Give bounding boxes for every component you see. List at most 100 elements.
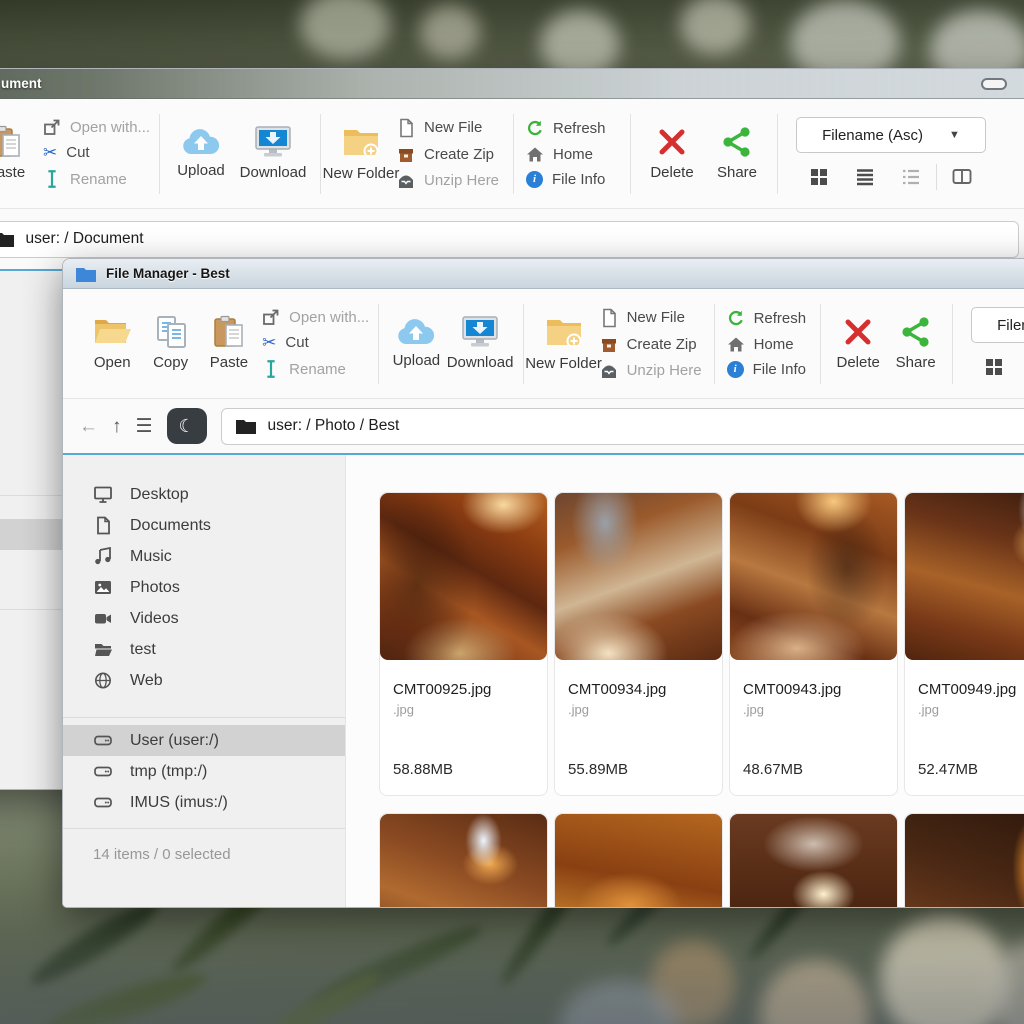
share-icon (720, 125, 754, 159)
new-folder-button[interactable]: New Folder (532, 314, 596, 372)
open-with-button[interactable]: Open with... (43, 118, 147, 136)
delete-button[interactable]: Delete (829, 315, 887, 371)
new-folder-button[interactable]: New Folder (329, 124, 393, 182)
rename-button[interactable]: Rename (262, 359, 366, 379)
file-extension: .jpg (905, 700, 1024, 717)
sort-dropdown[interactable]: Filename (Asc) ▼ (971, 307, 1024, 343)
sidebar-item-desktop[interactable]: Desktop (63, 479, 345, 510)
file-info-button[interactable]: i File Info (727, 361, 808, 378)
paste-button[interactable]: Paste (200, 315, 258, 371)
open-with-icon (262, 308, 280, 326)
file-thumbnail (380, 493, 547, 660)
upload-button[interactable]: Upload (387, 317, 445, 369)
cut-button[interactable]: ✂ Cut (43, 144, 147, 161)
file-card[interactable] (554, 813, 723, 907)
back-arrow-icon[interactable]: ← (79, 417, 98, 436)
sidebar-item-web[interactable]: Web (63, 665, 345, 696)
delete-x-icon (655, 125, 689, 159)
detail-view-button[interactable] (888, 167, 934, 187)
sidebar-item-test[interactable]: test (63, 634, 345, 665)
refresh-button[interactable]: Refresh (526, 120, 618, 138)
dark-mode-toggle[interactable]: ☾ (167, 408, 207, 444)
globe-icon (93, 671, 113, 690)
sidebar-item-documents[interactable]: Documents (63, 510, 345, 541)
minimize-button[interactable] (981, 78, 1007, 90)
sidebar-item-music[interactable]: Music (63, 541, 345, 572)
refresh-icon (727, 310, 745, 328)
caret-down-icon: ▼ (949, 129, 960, 141)
sidebar-item-videos[interactable]: Videos (63, 603, 345, 634)
upload-button[interactable]: Upload (168, 127, 234, 179)
list-view-button[interactable] (842, 167, 888, 187)
download-button[interactable]: Download (234, 125, 312, 181)
file-card[interactable] (904, 813, 1024, 907)
create-zip-button[interactable]: Create Zip (600, 336, 702, 354)
file-card[interactable]: CMT00925.jpg .jpg 58.88MB (379, 492, 548, 796)
download-monitor-icon (252, 125, 294, 159)
copy-button[interactable]: Copy (141, 315, 199, 371)
rename-ibeam-icon (43, 169, 61, 189)
moon-icon: ☾ (178, 417, 194, 435)
hamburger-menu-icon[interactable]: ☰ (136, 417, 153, 436)
share-button[interactable]: Share (705, 125, 769, 181)
file-size: 58.88MB (380, 717, 547, 795)
grid-view-button[interactable] (796, 167, 842, 187)
download-button[interactable]: Download (446, 315, 515, 371)
breadcrumb-input[interactable]: user: / Document (0, 221, 1019, 258)
new-file-button[interactable]: New File (600, 308, 702, 328)
titlebar[interactable]: File Manager - Best (63, 259, 1024, 289)
window-file-manager-best: File Manager - Best Open Copy Paste Open… (62, 258, 1024, 908)
sort-dropdown[interactable]: Filename (Asc) ▼ (796, 117, 986, 153)
info-icon: i (526, 171, 543, 188)
home-button[interactable]: Home (727, 336, 808, 353)
file-grid: CMT00925.jpg .jpg 58.88MB CMT00934.jpg .… (346, 455, 1024, 907)
list-view-button[interactable] (1017, 357, 1024, 377)
cut-button[interactable]: ✂ Cut (262, 334, 366, 351)
file-card[interactable]: CMT00943.jpg .jpg 48.67MB (729, 492, 898, 796)
column-view-button[interactable] (939, 168, 985, 186)
file-info-button[interactable]: i File Info (526, 171, 618, 188)
open-button[interactable]: Open (83, 315, 141, 371)
sidebar-drive-imus[interactable]: IMUS (imus:/) (63, 787, 345, 818)
zip-box-icon (600, 336, 618, 354)
status-bar: 14 items / 0 selected (63, 829, 345, 907)
delete-button[interactable]: Delete (639, 125, 705, 181)
open-with-icon (43, 118, 61, 136)
titlebar[interactable]: ument (0, 69, 1024, 99)
unzip-here-button[interactable]: Unzip Here (600, 362, 702, 380)
file-thumbnail (905, 493, 1024, 660)
scissors-icon: ✂ (43, 144, 57, 161)
refresh-button[interactable]: Refresh (727, 310, 808, 328)
open-with-button[interactable]: Open with... (262, 308, 366, 326)
paste-icon (0, 125, 26, 159)
breadcrumb-path: user: / Document (26, 230, 144, 248)
home-icon (727, 336, 745, 353)
file-thumbnail (730, 493, 897, 660)
breadcrumb-input[interactable]: user: / Photo / Best (221, 408, 1024, 445)
folder-icon (0, 230, 15, 248)
create-zip-button[interactable]: Create Zip (397, 146, 501, 164)
file-card[interactable] (729, 813, 898, 907)
unzip-tray-icon (397, 172, 415, 190)
up-arrow-icon[interactable]: ↑ (112, 417, 122, 436)
rename-button[interactable]: Rename (43, 169, 147, 189)
file-card[interactable]: CMT00949.jpg .jpg 52.47MB (904, 492, 1024, 796)
copy-icon (151, 315, 191, 349)
sidebar-drive-tmp[interactable]: tmp (tmp:/) (63, 756, 345, 787)
paste-button[interactable]: Paste (0, 125, 39, 181)
new-file-button[interactable]: New File (397, 118, 501, 138)
grid-view-button[interactable] (971, 357, 1017, 377)
file-card[interactable]: CMT00934.jpg .jpg 55.89MB (554, 492, 723, 796)
file-thumbnail (555, 814, 722, 907)
sidebar-item-photos[interactable]: Photos (63, 572, 345, 603)
sidebar-drive-user[interactable]: User (user:/) (63, 725, 345, 756)
unzip-here-button[interactable]: Unzip Here (397, 172, 501, 190)
share-icon (899, 315, 933, 349)
share-button[interactable]: Share (887, 315, 944, 371)
breadcrumb-path: user: / Photo / Best (268, 417, 400, 435)
file-card[interactable] (379, 813, 548, 907)
new-folder-icon (340, 124, 382, 160)
window-title: File Manager - Best (106, 266, 230, 281)
home-button[interactable]: Home (526, 146, 618, 163)
delete-x-icon (841, 315, 875, 349)
